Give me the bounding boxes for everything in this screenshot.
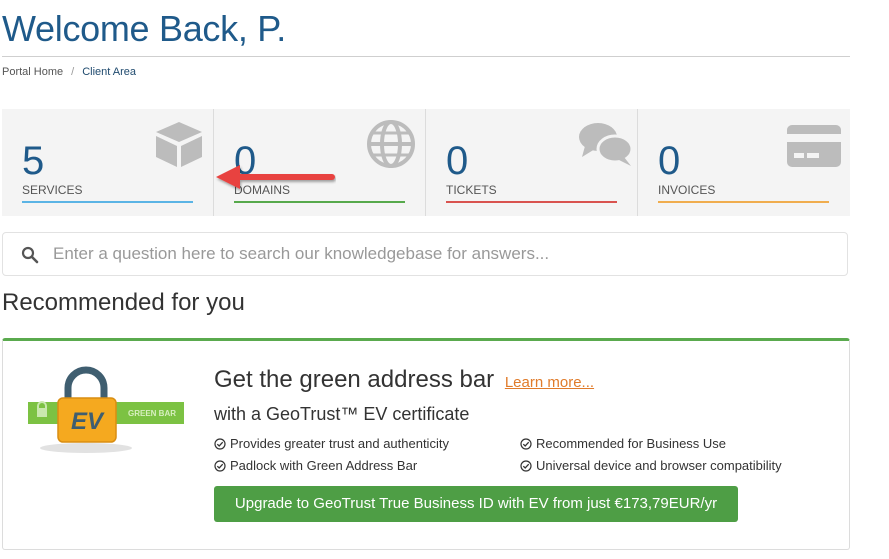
search-input[interactable] <box>53 239 833 269</box>
stats-panel: 5 SERVICES 0 DOMAINS 0 TICKETS 0 INVOICE… <box>2 109 850 216</box>
upgrade-ev-button[interactable]: Upgrade to GeoTrust True Business ID wit… <box>214 486 738 522</box>
breadcrumb: Portal Home / Client Area <box>2 66 136 78</box>
invoices-count: 0 <box>658 139 681 183</box>
tickets-count: 0 <box>446 139 469 183</box>
recommended-heading: Recommended for you <box>2 289 245 316</box>
title-divider <box>2 56 850 57</box>
globe-icon <box>367 120 415 168</box>
check-circle-icon <box>214 460 226 472</box>
breadcrumb-home-link[interactable]: Portal Home <box>2 66 63 78</box>
search-icon[interactable] <box>21 246 39 264</box>
ev-badge-text: EV <box>71 408 105 435</box>
green-bar-tag: GREEN BAR <box>128 409 176 418</box>
breadcrumb-separator: / <box>71 66 75 78</box>
feature-item: Padlock with Green Address Bar <box>214 458 417 473</box>
invoices-label: INVOICES <box>658 183 716 197</box>
tickets-underline <box>446 201 617 203</box>
check-circle-icon <box>520 438 532 450</box>
stat-tile-services[interactable]: 5 SERVICES <box>2 109 214 216</box>
knowledgebase-search <box>2 232 848 276</box>
invoices-underline <box>658 201 829 203</box>
recommendation-card: EV GREEN BAR Get the green address bar L… <box>2 338 850 550</box>
breadcrumb-current: Client Area <box>82 66 137 78</box>
feature-item: Universal device and browser compatibili… <box>520 458 782 473</box>
promo-title-text: Get the green address bar <box>214 366 495 393</box>
stat-tile-invoices[interactable]: 0 INVOICES <box>638 109 850 216</box>
stat-tile-tickets[interactable]: 0 TICKETS <box>426 109 638 216</box>
services-underline <box>22 201 193 203</box>
credit-card-icon <box>787 125 841 167</box>
feature-item: Provides greater trust and authenticity <box>214 436 449 451</box>
feature-text: Padlock with Green Address Bar <box>230 458 418 473</box>
ev-padlock-icon: EV GREEN BAR <box>28 366 184 453</box>
feature-text: Universal device and browser compatibili… <box>536 458 782 473</box>
feature-text: Recommended for Business Use <box>536 436 727 451</box>
domains-underline <box>234 201 405 203</box>
promo-title: Get the green address bar Learn more... <box>214 366 594 394</box>
learn-more-link[interactable]: Learn more... <box>505 374 594 391</box>
check-circle-icon <box>214 438 226 450</box>
tickets-label: TICKETS <box>446 183 497 197</box>
services-label: SERVICES <box>22 183 83 197</box>
red-arrow-annotation-icon <box>216 165 335 189</box>
check-circle-icon <box>520 460 532 472</box>
feature-text: Provides greater trust and authenticity <box>230 436 449 451</box>
services-count: 5 <box>22 139 45 183</box>
comments-icon <box>579 123 634 166</box>
promo-subtitle: with a GeoTrust™ EV certificate <box>214 404 470 424</box>
cube-icon <box>156 122 202 167</box>
feature-item: Recommended for Business Use <box>520 436 726 451</box>
page-title: Welcome Back, P. <box>2 8 286 49</box>
